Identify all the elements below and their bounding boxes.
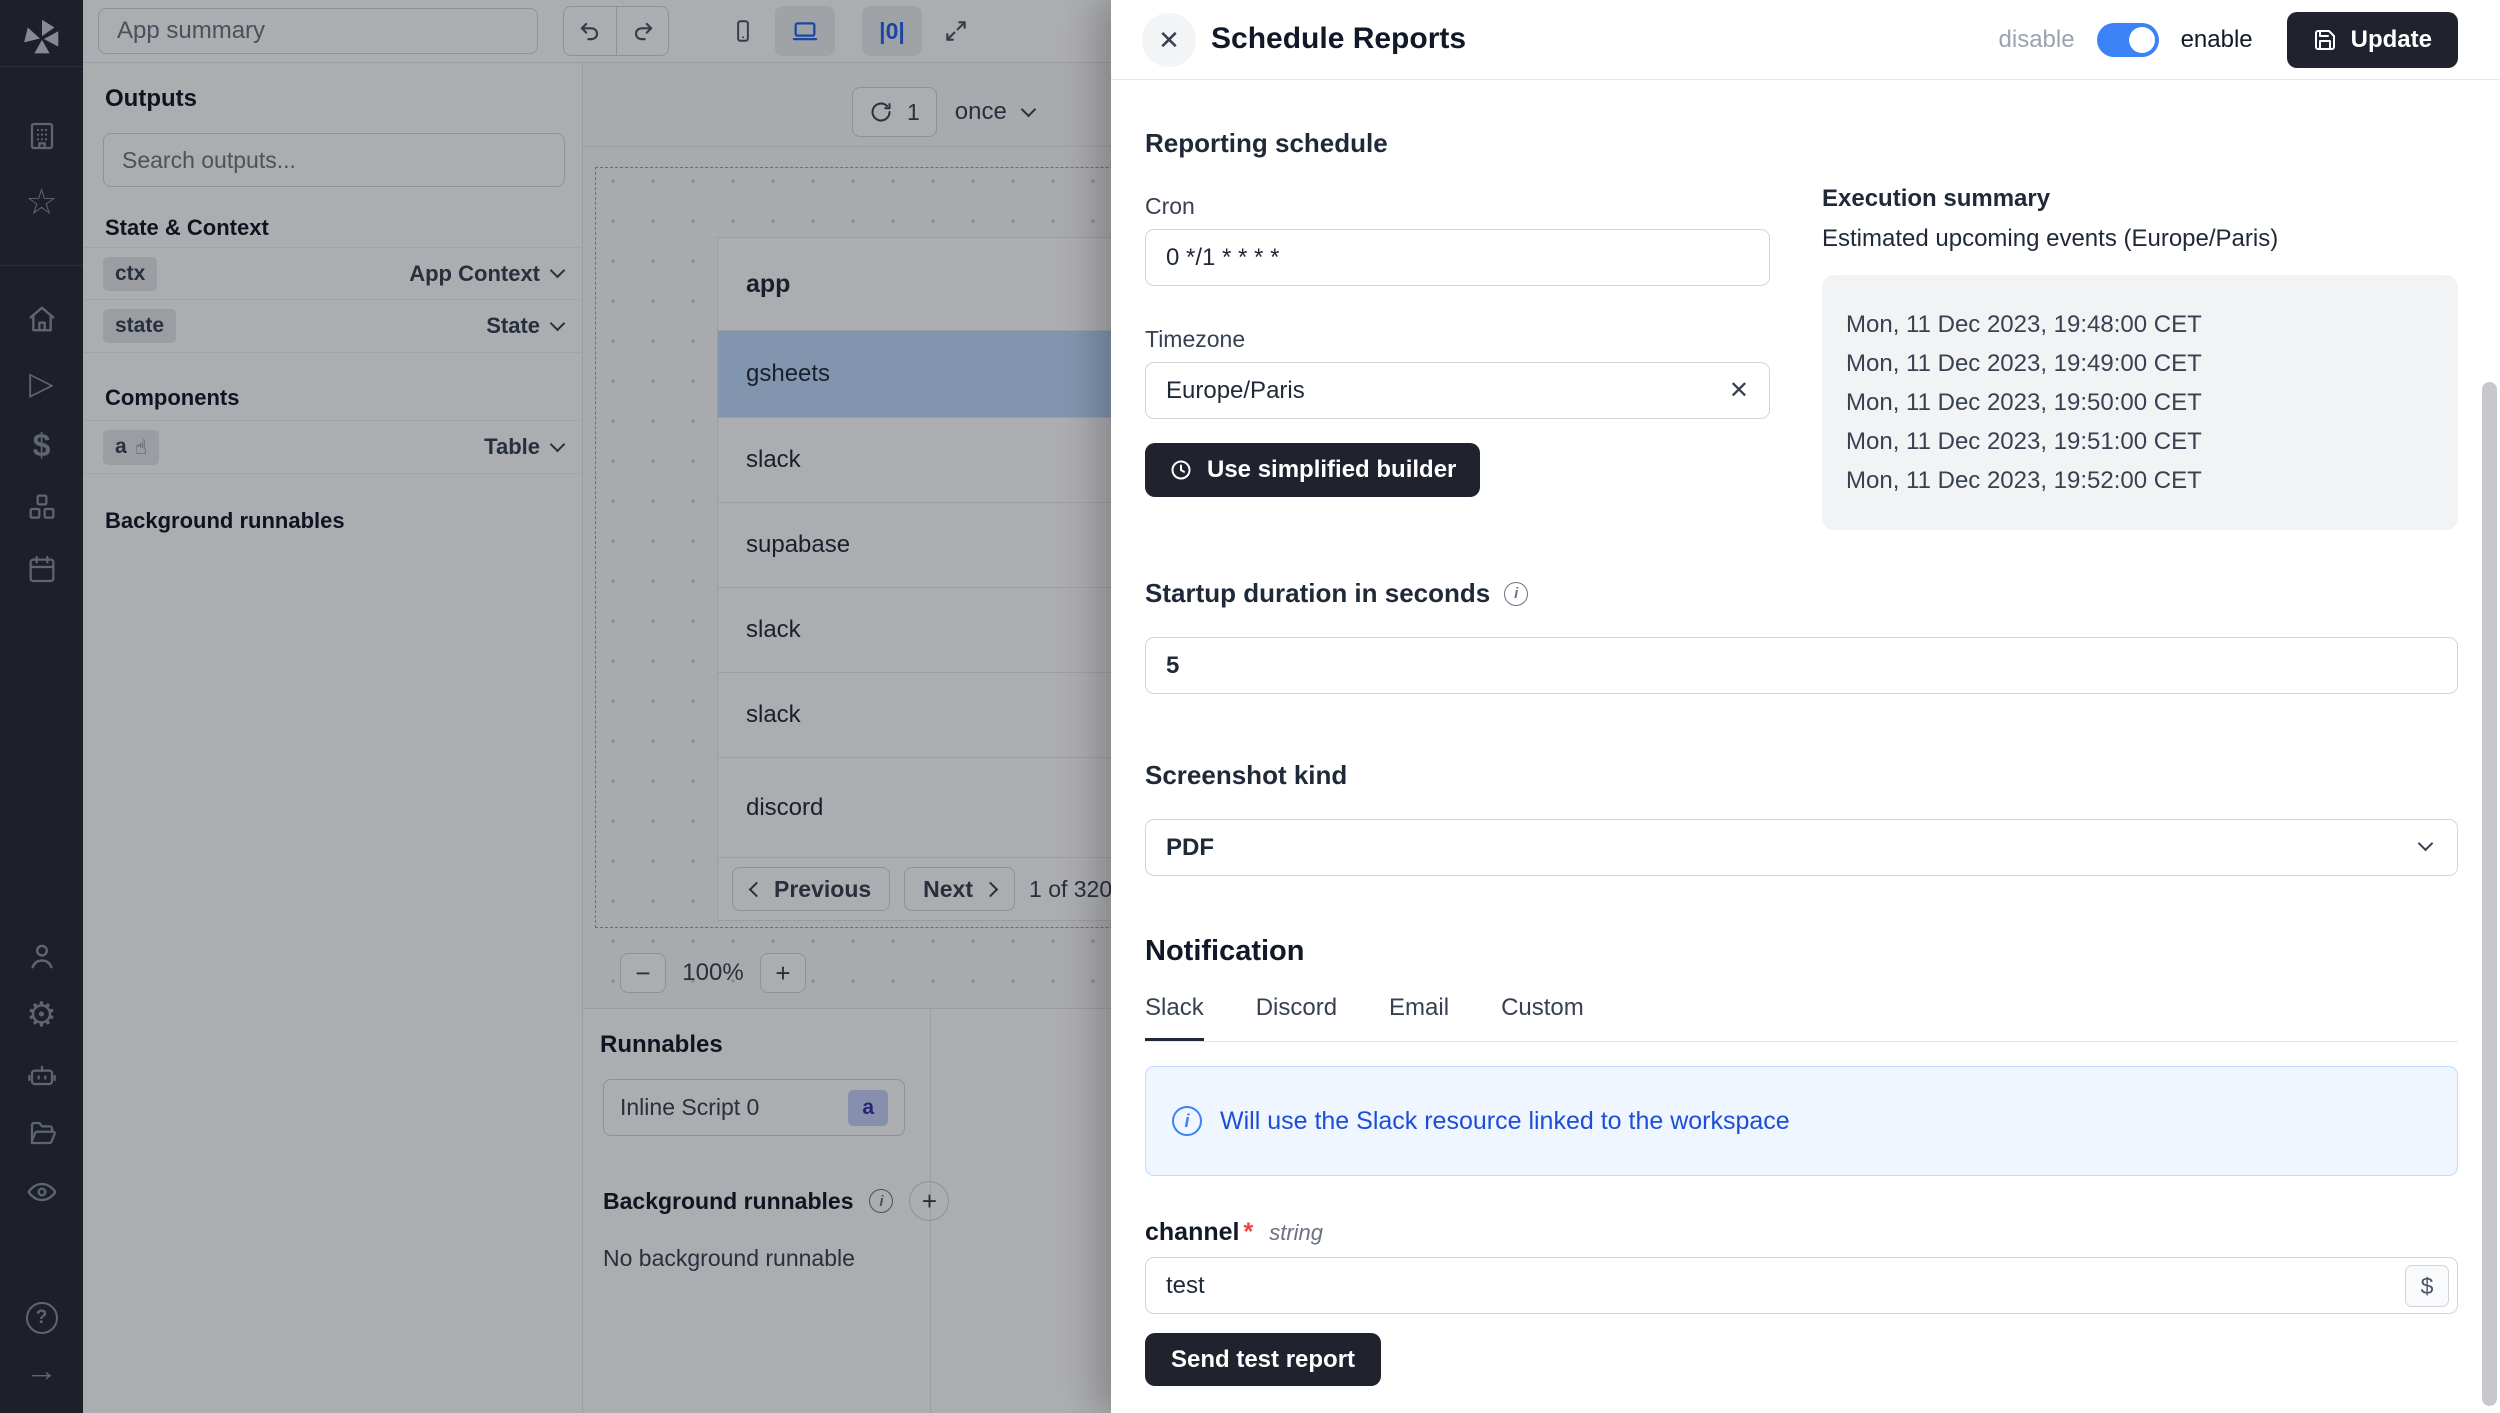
channel-input-wrapper: $ [1145, 1257, 2458, 1314]
update-button[interactable]: Update [2287, 12, 2458, 68]
send-test-report-button[interactable]: Send test report [1145, 1333, 1381, 1386]
timezone-label: Timezone [1145, 326, 1770, 353]
schedule-reports-drawer: ✕ Schedule Reports disable enable Update… [1111, 0, 2500, 1413]
reporting-schedule-section: Reporting schedule Cron Timezone Europe/… [1145, 128, 1770, 497]
screenshot-kind-label: Screenshot kind [1145, 760, 2458, 791]
notification-section: Notification Slack Discord Email Custom … [1145, 935, 2458, 1176]
reporting-schedule-title: Reporting schedule [1145, 128, 1770, 159]
timezone-value: Europe/Paris [1166, 377, 1305, 405]
event-item: Mon, 11 Dec 2023, 19:50:00 CET [1846, 383, 2434, 422]
update-label: Update [2351, 26, 2432, 54]
send-test-report-label: Send test report [1171, 1346, 1355, 1374]
startup-duration-section: Startup duration in seconds i [1145, 578, 2458, 694]
info-icon: i [1504, 582, 1528, 606]
save-icon [2313, 28, 2337, 52]
banner-text: Will use the Slack resource linked to th… [1220, 1107, 1790, 1136]
screenshot-kind-section: Screenshot kind PDF [1145, 760, 2458, 876]
clear-timezone-button[interactable]: ✕ [1729, 376, 1749, 405]
toggle-knob [2129, 27, 2155, 53]
cron-label: Cron [1145, 193, 1770, 220]
notification-title: Notification [1145, 935, 2458, 968]
app-root: |0| ☆ ▷ [0, 0, 2500, 1413]
insert-variable-button[interactable]: $ [2405, 1265, 2449, 1307]
cron-input[interactable] [1145, 229, 1770, 286]
tab-email[interactable]: Email [1389, 994, 1449, 1041]
event-item: Mon, 11 Dec 2023, 19:51:00 CET [1846, 422, 2434, 461]
close-icon: ✕ [1158, 25, 1180, 56]
channel-field-section: channel * string $ [1145, 1218, 2458, 1314]
execution-summary-subtitle: Estimated upcoming events (Europe/Paris) [1822, 225, 2458, 253]
tab-discord[interactable]: Discord [1256, 994, 1337, 1041]
drawer-header-actions: disable enable Update [1999, 0, 2458, 80]
info-icon: i [1172, 1106, 1202, 1136]
upcoming-events-box: Mon, 11 Dec 2023, 19:48:00 CET Mon, 11 D… [1822, 275, 2458, 530]
screenshot-kind-value: PDF [1166, 834, 1214, 862]
simplified-builder-label: Use simplified builder [1207, 456, 1456, 484]
startup-duration-label: Startup duration in seconds [1145, 578, 1490, 609]
screenshot-kind-select[interactable]: PDF [1145, 819, 2458, 876]
startup-duration-input[interactable] [1145, 637, 2458, 694]
channel-type-hint: string [1269, 1220, 1323, 1246]
toggle-on-label: enable [2181, 26, 2253, 54]
chevron-down-icon [2418, 836, 2434, 852]
drawer-scrollbar[interactable] [2482, 382, 2497, 1406]
event-item: Mon, 11 Dec 2023, 19:48:00 CET [1846, 305, 2434, 344]
execution-summary-section: Execution summary Estimated upcoming eve… [1822, 185, 2458, 530]
channel-input[interactable] [1166, 1272, 2346, 1300]
notification-tabs: Slack Discord Email Custom [1145, 994, 2458, 1042]
drawer-title: Schedule Reports [1211, 22, 1466, 56]
tab-slack[interactable]: Slack [1145, 994, 1204, 1041]
drawer-header: ✕ Schedule Reports disable enable Update [1111, 0, 2500, 80]
drawer-backdrop[interactable] [0, 0, 1111, 1413]
timezone-input[interactable]: Europe/Paris ✕ [1145, 362, 1770, 419]
slack-info-banner: i Will use the Slack resource linked to … [1145, 1066, 2458, 1176]
enable-toggle[interactable] [2097, 23, 2159, 57]
simplified-builder-button[interactable]: Use simplified builder [1145, 443, 1480, 497]
toggle-off-label: disable [1999, 26, 2075, 54]
required-asterisk: * [1243, 1218, 1253, 1247]
tab-custom[interactable]: Custom [1501, 994, 1584, 1041]
clock-icon [1169, 458, 1193, 482]
close-drawer-button[interactable]: ✕ [1142, 13, 1196, 67]
channel-label: channel [1145, 1218, 1239, 1247]
event-item: Mon, 11 Dec 2023, 19:49:00 CET [1846, 344, 2434, 383]
event-item: Mon, 11 Dec 2023, 19:52:00 CET [1846, 461, 2434, 500]
execution-summary-title: Execution summary [1822, 185, 2458, 213]
